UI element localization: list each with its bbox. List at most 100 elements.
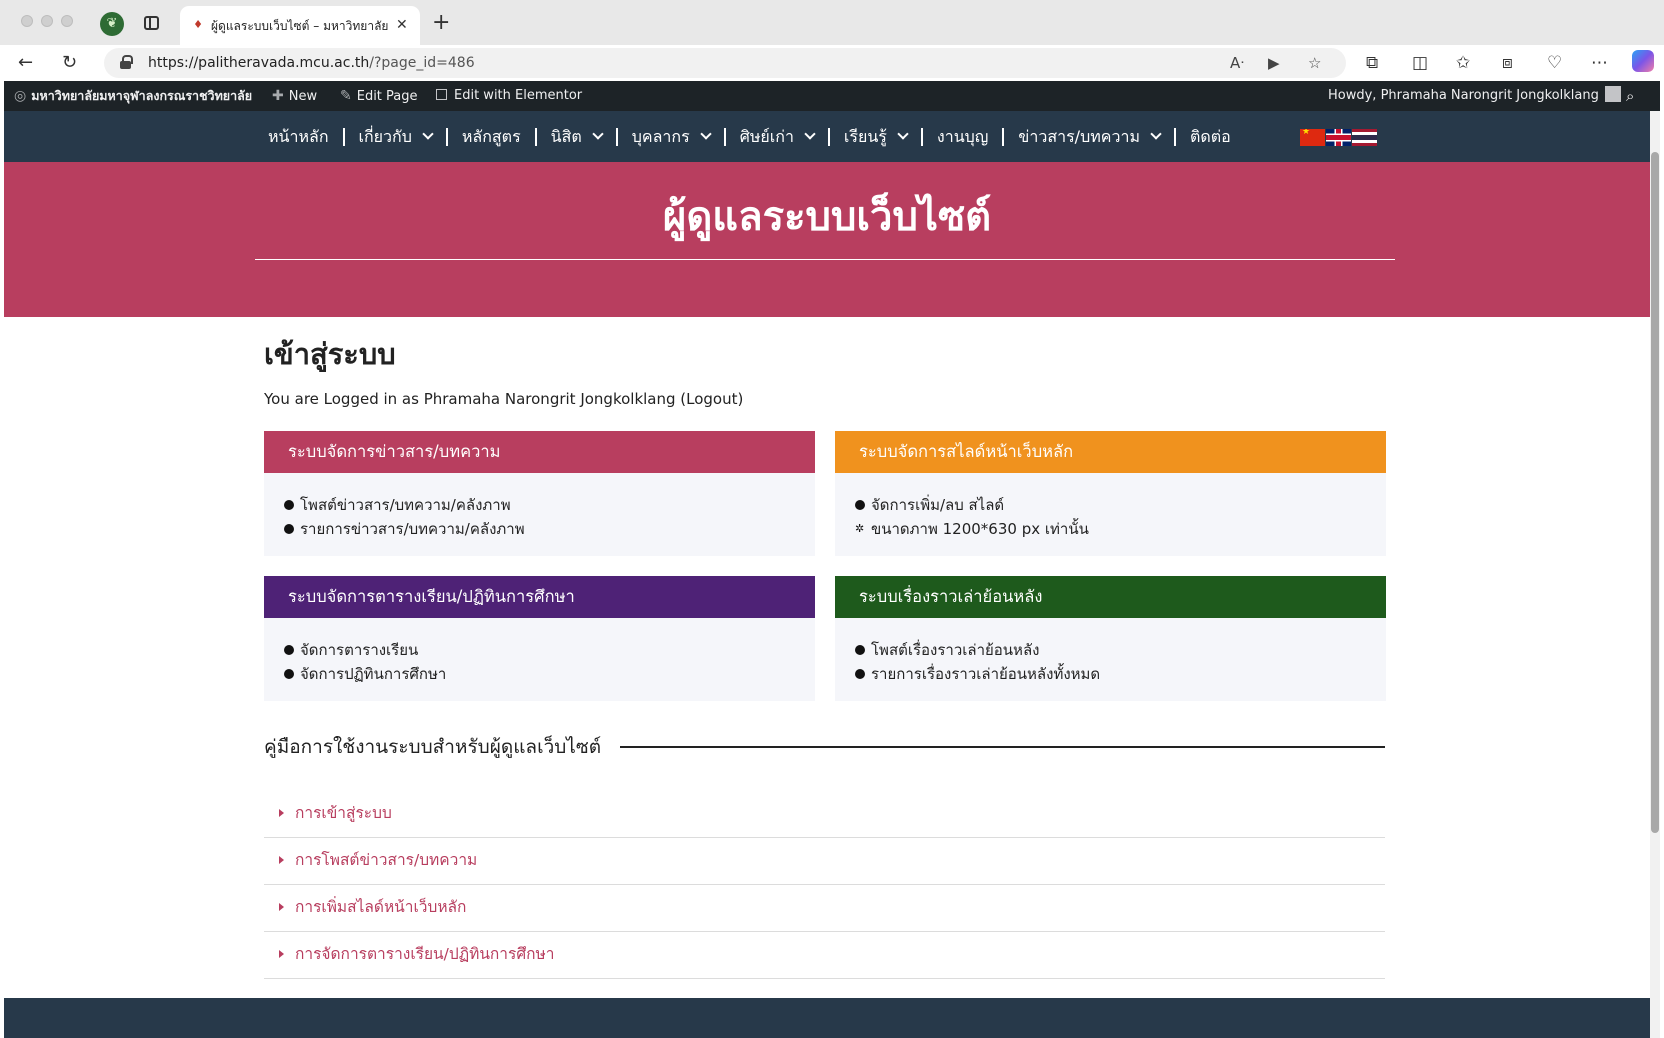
card-link-item[interactable]: จัดการเพิ่ม/ลบ สไลด์ xyxy=(855,493,1386,517)
login-heading: เข้าสู่ระบบ xyxy=(264,337,396,371)
nav-item-label: หลักสูตร xyxy=(461,127,521,146)
maximize-window-button[interactable] xyxy=(61,15,73,27)
bullet-icon xyxy=(284,500,294,510)
admin-elementor-button[interactable]: Edit with Elementor xyxy=(436,81,582,111)
manual-accordion-item[interactable]: การเข้าสู่ระบบ xyxy=(264,791,1385,838)
nav-item-label: บุคลากร xyxy=(631,127,690,146)
read-aloud-icon[interactable]: Aᐧ xyxy=(1230,53,1244,73)
card-link-item[interactable]: จัดการปฏิทินการศึกษา xyxy=(284,662,815,686)
scrollbar-thumb[interactable] xyxy=(1651,152,1659,833)
browser-tab-active[interactable]: ♦ ผู้ดูแลระบบเว็บไซต์ – มหาวิทยาลัยมหาจุ… xyxy=(180,6,420,45)
favorite-star-icon[interactable]: ☆ xyxy=(1308,53,1321,73)
minimize-window-button[interactable] xyxy=(41,15,53,27)
more-menu-icon[interactable]: ⋯ xyxy=(1591,52,1608,74)
thailand-flag-icon[interactable] xyxy=(1352,129,1377,146)
nav-item[interactable]: ข่าวสาร/บทความ xyxy=(1004,111,1174,162)
card-link-list: จัดการตารางเรียนจัดการปฏิทินการศึกษา xyxy=(264,618,815,686)
manual-accordion-item[interactable]: การโพสต์ข่าวสาร/บทความ xyxy=(264,838,1385,885)
admin-card: ระบบจัดการข่าวสาร/บทความ โพสต์ข่าวสาร/บทค… xyxy=(264,431,815,556)
card-link-item[interactable]: ✲ ขนาดภาพ 1200*630 px เท่านั้น xyxy=(855,517,1386,541)
lock-icon[interactable] xyxy=(120,55,133,69)
bullet-icon xyxy=(855,645,865,655)
manual-item-label: การโพสต์ข่าวสาร/บทความ xyxy=(295,851,478,869)
card-link-item[interactable]: โพสต์ข่าวสาร/บทความ/คลังภาพ xyxy=(284,493,815,517)
manual-accordion-item[interactable]: การเพิ่มสไลด์หน้าเว็บหลัก xyxy=(264,885,1385,932)
nav-item-label: หน้าหลัก xyxy=(268,127,329,146)
plus-icon: ✚ xyxy=(272,88,284,104)
nav-item-label: งานบุญ xyxy=(936,127,989,146)
nav-item[interactable]: นิสิต xyxy=(537,111,616,162)
tab-actions-icon[interactable] xyxy=(144,16,159,30)
admin-card: ระบบจัดการตารางเรียน/ปฏิทินการศึกษา จัดกา… xyxy=(264,576,815,701)
new-tab-button[interactable]: + xyxy=(432,10,450,36)
bullet-icon xyxy=(855,669,865,679)
admin-search-icon[interactable]: ⌕ xyxy=(1626,81,1634,111)
tab-title: ผู้ดูแลระบบเว็บไซต์ – มหาวิทยาลัยมหาจุฬา… xyxy=(211,19,389,33)
card-link-item[interactable]: รายการเรื่องราวเล่าย้อนหลังทั้งหมด xyxy=(855,662,1386,686)
manual-accordion-item[interactable]: การจัดการตารางเรียน/ปฏิทินการศึกษา xyxy=(264,932,1385,979)
card-title: ระบบจัดการตารางเรียน/ปฏิทินการศึกษา xyxy=(264,576,815,618)
reload-button[interactable]: ↻ xyxy=(62,52,77,74)
nav-menu: หน้าหลัก เกี่ยวกับ หลักสูตร นิสิต บุคลากร ศิษ… xyxy=(254,111,1245,162)
media-control-icon[interactable]: ▶ xyxy=(1268,53,1280,73)
card-link-label: รายการข่าวสาร/บทความ/คลังภาพ xyxy=(300,520,525,538)
favorites-icon[interactable]: ✩ xyxy=(1456,52,1470,74)
admin-edit-page-button[interactable]: ✎ Edit Page xyxy=(340,81,418,111)
url-text[interactable]: https://palitheravada.mcu.ac.th/?page_id… xyxy=(148,53,475,73)
nav-item[interactable]: งานบุญ xyxy=(923,111,1003,162)
nav-item[interactable]: หลักสูตร xyxy=(448,111,535,162)
browser-toolbar: ← ↻ https://palitheravada.mcu.ac.th/?pag… xyxy=(0,45,1664,81)
chevron-down-icon[interactable] xyxy=(592,128,604,140)
admin-new-label: New xyxy=(288,89,318,104)
manual-item-label: การเพิ่มสไลด์หน้าเว็บหลัก xyxy=(295,898,467,916)
browser-essentials-icon[interactable]: ♡ xyxy=(1547,52,1562,74)
chevron-down-icon[interactable] xyxy=(700,128,712,140)
card-link-label: โพสต์เรื่องราวเล่าย้อนหลัง xyxy=(871,641,1040,659)
chevron-down-icon[interactable] xyxy=(897,128,909,140)
bullet-icon xyxy=(284,645,294,655)
uk-flag-icon[interactable] xyxy=(1326,129,1351,146)
wp-admin-bar: ◎ มหาวิทยาลัยมหาจุฬาลงกรณราชวิทยาลัย ✚ New… xyxy=(4,81,1660,111)
back-button[interactable]: ← xyxy=(18,52,33,74)
address-bar[interactable]: https://palitheravada.mcu.ac.th/?page_id… xyxy=(104,48,1346,78)
site-footer xyxy=(4,998,1650,1038)
close-window-button[interactable] xyxy=(21,15,33,27)
chevron-down-icon[interactable] xyxy=(422,128,434,140)
card-link-list: โพสต์ข่าวสาร/บทความ/คลังภาพรายการข่าวสาร… xyxy=(264,473,815,541)
extensions-icon[interactable]: ⧉ xyxy=(1366,52,1378,74)
bullet-icon xyxy=(855,500,865,510)
card-link-list: โพสต์เรื่องราวเล่าย้อนหลังรายการเรื่องรา… xyxy=(835,618,1386,686)
nav-item-label: ติดต่อ xyxy=(1189,127,1231,146)
workspace-icon[interactable]: ❦ xyxy=(100,12,124,36)
tab-close-icon[interactable]: ✕ xyxy=(396,15,408,35)
nav-item[interactable]: เรียนรู้ xyxy=(830,111,921,162)
nav-item-label: ศิษย์เก่า xyxy=(739,127,794,146)
nav-item-label: นิสิต xyxy=(550,127,582,146)
chevron-down-icon[interactable] xyxy=(804,128,816,140)
split-screen-icon[interactable]: ◫ xyxy=(1412,52,1428,74)
card-title: ระบบจัดการข่าวสาร/บทความ xyxy=(264,431,815,473)
card-link-label: จัดการตารางเรียน xyxy=(300,641,419,659)
chevron-down-icon[interactable] xyxy=(1150,128,1162,140)
card-link-item[interactable]: โพสต์เรื่องราวเล่าย้อนหลัง xyxy=(855,638,1386,662)
china-flag-icon[interactable] xyxy=(1300,129,1325,146)
hero-divider xyxy=(255,259,1395,260)
site-favicon-icon: ♦ xyxy=(193,18,203,31)
bullet-icon xyxy=(284,524,294,534)
admin-howdy-label: Howdy, Phramaha Narongrit Jongkolklang xyxy=(1328,88,1599,103)
admin-new-button[interactable]: ✚ New xyxy=(272,81,317,111)
nav-item[interactable]: หน้าหลัก xyxy=(254,111,343,162)
nav-item[interactable]: เกี่ยวกับ xyxy=(345,111,446,162)
card-link-item[interactable]: รายการข่าวสาร/บทความ/คลังภาพ xyxy=(284,517,815,541)
nav-item[interactable]: บุคลากร xyxy=(618,111,724,162)
admin-user-menu[interactable]: Howdy, Phramaha Narongrit Jongkolklang xyxy=(1328,81,1621,111)
nav-item[interactable]: ศิษย์เก่า xyxy=(726,111,828,162)
card-link-item[interactable]: จัดการตารางเรียน xyxy=(284,638,815,662)
caret-right-icon xyxy=(279,903,284,911)
copilot-icon[interactable] xyxy=(1632,50,1654,72)
collections-icon[interactable]: ⧈ xyxy=(1502,52,1513,74)
nav-item[interactable]: ติดต่อ xyxy=(1176,111,1245,162)
bullet-icon xyxy=(284,669,294,679)
elementor-icon xyxy=(436,89,447,100)
admin-site-link[interactable]: ◎ มหาวิทยาลัยมหาจุฬาลงกรณราชวิทยาลัย xyxy=(14,81,252,111)
